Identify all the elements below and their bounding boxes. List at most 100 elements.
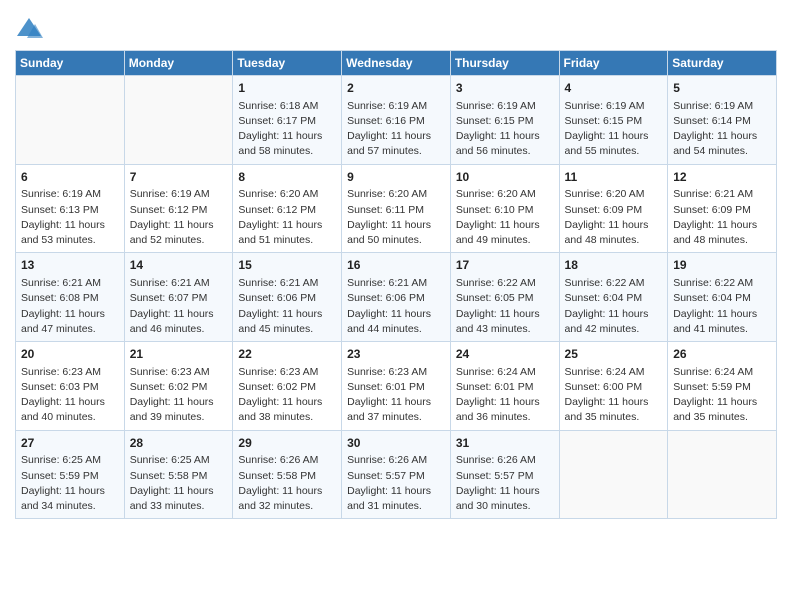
day-cell: 24Sunrise: 6:24 AMSunset: 6:01 PMDayligh…: [450, 342, 559, 431]
day-cell: 18 Sunrise: 6:22 AMSunset: 6:04 PMDayligh…: [559, 253, 668, 342]
day-info: Sunrise: 6:26 AMSunset: 5:58 PMDaylight:…: [238, 453, 336, 514]
day-info: Sunrise: 6:24 AMSunset: 6:01 PMDaylight:…: [456, 365, 554, 426]
day-info: Sunrise: 6:24 AMSunset: 6:00 PMDaylight:…: [565, 365, 663, 426]
day-info: Sunrise: 6:20 AMSunset: 6:11 PMDaylight:…: [347, 187, 445, 248]
day-number: 13: [21, 257, 119, 274]
page-container: SundayMondayTuesdayWednesdayThursdayFrid…: [0, 0, 792, 534]
weekday-header-thursday: Thursday: [450, 51, 559, 76]
weekday-header-friday: Friday: [559, 51, 668, 76]
day-cell: 4 Sunrise: 6:19 AMSunset: 6:15 PMDaylight…: [559, 76, 668, 165]
day-cell: 31Sunrise: 6:26 AMSunset: 5:57 PMDayligh…: [450, 430, 559, 519]
day-number: 29: [238, 435, 336, 452]
day-number: 19: [673, 257, 771, 274]
day-cell: 28Sunrise: 6:25 AMSunset: 5:58 PMDayligh…: [124, 430, 233, 519]
weekday-header-tuesday: Tuesday: [233, 51, 342, 76]
day-cell: 14Sunrise: 6:21 AMSunset: 6:07 PMDayligh…: [124, 253, 233, 342]
day-info: Sunrise: 6:25 AMSunset: 5:58 PMDaylight:…: [130, 453, 228, 514]
day-cell: 7Sunrise: 6:19 AMSunset: 6:12 PMDaylight…: [124, 164, 233, 253]
day-info: Sunrise: 6:22 AMSunset: 6:05 PMDaylight:…: [456, 276, 554, 337]
day-cell: 2 Sunrise: 6:19 AMSunset: 6:16 PMDaylight…: [342, 76, 451, 165]
day-info: Sunrise: 6:18 AMSunset: 6:17 PMDaylight:…: [238, 99, 336, 160]
day-info: Sunrise: 6:25 AMSunset: 5:59 PMDaylight:…: [21, 453, 119, 514]
calendar: SundayMondayTuesdayWednesdayThursdayFrid…: [15, 50, 777, 519]
day-number: 5: [673, 80, 771, 97]
day-cell: [124, 76, 233, 165]
day-info: Sunrise: 6:20 AMSunset: 6:09 PMDaylight:…: [565, 187, 663, 248]
day-info: Sunrise: 6:26 AMSunset: 5:57 PMDaylight:…: [347, 453, 445, 514]
week-row-5: 27Sunrise: 6:25 AMSunset: 5:59 PMDayligh…: [16, 430, 777, 519]
day-info: Sunrise: 6:21 AMSunset: 6:08 PMDaylight:…: [21, 276, 119, 337]
day-info: Sunrise: 6:21 AMSunset: 6:09 PMDaylight:…: [673, 187, 771, 248]
day-number: 25: [565, 346, 663, 363]
day-cell: 5 Sunrise: 6:19 AMSunset: 6:14 PMDaylight…: [668, 76, 777, 165]
day-number: 1: [238, 80, 336, 97]
day-cell: 27Sunrise: 6:25 AMSunset: 5:59 PMDayligh…: [16, 430, 125, 519]
day-info: Sunrise: 6:20 AMSunset: 6:12 PMDaylight:…: [238, 187, 336, 248]
week-row-3: 13 Sunrise: 6:21 AMSunset: 6:08 PMDayligh…: [16, 253, 777, 342]
day-info: Sunrise: 6:21 AMSunset: 6:06 PMDaylight:…: [238, 276, 336, 337]
day-cell: 12Sunrise: 6:21 AMSunset: 6:09 PMDayligh…: [668, 164, 777, 253]
day-number: 22: [238, 346, 336, 363]
day-info: Sunrise: 6:22 AMSunset: 6:04 PMDaylight:…: [673, 276, 771, 337]
day-cell: 3 Sunrise: 6:19 AMSunset: 6:15 PMDaylight…: [450, 76, 559, 165]
day-number: 26: [673, 346, 771, 363]
day-cell: 1 Sunrise: 6:18 AMSunset: 6:17 PMDaylight…: [233, 76, 342, 165]
day-number: 3: [456, 80, 554, 97]
day-info: Sunrise: 6:19 AMSunset: 6:15 PMDaylight:…: [456, 99, 554, 160]
day-info: Sunrise: 6:26 AMSunset: 5:57 PMDaylight:…: [456, 453, 554, 514]
day-info: Sunrise: 6:20 AMSunset: 6:10 PMDaylight:…: [456, 187, 554, 248]
day-number: 4: [565, 80, 663, 97]
day-info: Sunrise: 6:19 AMSunset: 6:12 PMDaylight:…: [130, 187, 228, 248]
day-cell: 9Sunrise: 6:20 AMSunset: 6:11 PMDaylight…: [342, 164, 451, 253]
day-number: 9: [347, 169, 445, 186]
day-cell: 11Sunrise: 6:20 AMSunset: 6:09 PMDayligh…: [559, 164, 668, 253]
day-info: Sunrise: 6:19 AMSunset: 6:15 PMDaylight:…: [565, 99, 663, 160]
day-info: Sunrise: 6:23 AMSunset: 6:03 PMDaylight:…: [21, 365, 119, 426]
header: [15, 10, 777, 44]
weekday-header-sunday: Sunday: [16, 51, 125, 76]
day-number: 7: [130, 169, 228, 186]
week-row-1: 1 Sunrise: 6:18 AMSunset: 6:17 PMDaylight…: [16, 76, 777, 165]
day-cell: 15 Sunrise: 6:21 AMSunset: 6:06 PMDayligh…: [233, 253, 342, 342]
day-number: 30: [347, 435, 445, 452]
day-number: 8: [238, 169, 336, 186]
day-number: 2: [347, 80, 445, 97]
day-number: 18: [565, 257, 663, 274]
logo-icon: [15, 16, 43, 44]
day-number: 10: [456, 169, 554, 186]
day-cell: 20 Sunrise: 6:23 AMSunset: 6:03 PMDayligh…: [16, 342, 125, 431]
weekday-header-saturday: Saturday: [668, 51, 777, 76]
day-number: 20: [21, 346, 119, 363]
day-cell: 21 Sunrise: 6:23 AMSunset: 6:02 PMDayligh…: [124, 342, 233, 431]
day-cell: 29Sunrise: 6:26 AMSunset: 5:58 PMDayligh…: [233, 430, 342, 519]
day-info: Sunrise: 6:19 AMSunset: 6:13 PMDaylight:…: [21, 187, 119, 248]
day-info: Sunrise: 6:23 AMSunset: 6:01 PMDaylight:…: [347, 365, 445, 426]
day-cell: 22Sunrise: 6:23 AMSunset: 6:02 PMDayligh…: [233, 342, 342, 431]
day-number: 31: [456, 435, 554, 452]
day-number: 11: [565, 169, 663, 186]
day-number: 15: [238, 257, 336, 274]
day-info: Sunrise: 6:19 AMSunset: 6:16 PMDaylight:…: [347, 99, 445, 160]
day-cell: 13 Sunrise: 6:21 AMSunset: 6:08 PMDayligh…: [16, 253, 125, 342]
day-info: Sunrise: 6:19 AMSunset: 6:14 PMDaylight:…: [673, 99, 771, 160]
day-info: Sunrise: 6:22 AMSunset: 6:04 PMDaylight:…: [565, 276, 663, 337]
weekday-header-wednesday: Wednesday: [342, 51, 451, 76]
day-cell: 17 Sunrise: 6:22 AMSunset: 6:05 PMDayligh…: [450, 253, 559, 342]
day-cell: 16 Sunrise: 6:21 AMSunset: 6:06 PMDayligh…: [342, 253, 451, 342]
day-number: 6: [21, 169, 119, 186]
day-number: 12: [673, 169, 771, 186]
day-info: Sunrise: 6:21 AMSunset: 6:06 PMDaylight:…: [347, 276, 445, 337]
day-number: 17: [456, 257, 554, 274]
day-cell: 30Sunrise: 6:26 AMSunset: 5:57 PMDayligh…: [342, 430, 451, 519]
day-number: 23: [347, 346, 445, 363]
day-cell: 19 Sunrise: 6:22 AMSunset: 6:04 PMDayligh…: [668, 253, 777, 342]
day-cell: 26Sunrise: 6:24 AMSunset: 5:59 PMDayligh…: [668, 342, 777, 431]
week-row-2: 6Sunrise: 6:19 AMSunset: 6:13 PMDaylight…: [16, 164, 777, 253]
day-number: 21: [130, 346, 228, 363]
day-number: 16: [347, 257, 445, 274]
day-cell: [559, 430, 668, 519]
day-info: Sunrise: 6:23 AMSunset: 6:02 PMDaylight:…: [130, 365, 228, 426]
logo: [15, 16, 47, 44]
day-cell: [16, 76, 125, 165]
weekday-header-row: SundayMondayTuesdayWednesdayThursdayFrid…: [16, 51, 777, 76]
